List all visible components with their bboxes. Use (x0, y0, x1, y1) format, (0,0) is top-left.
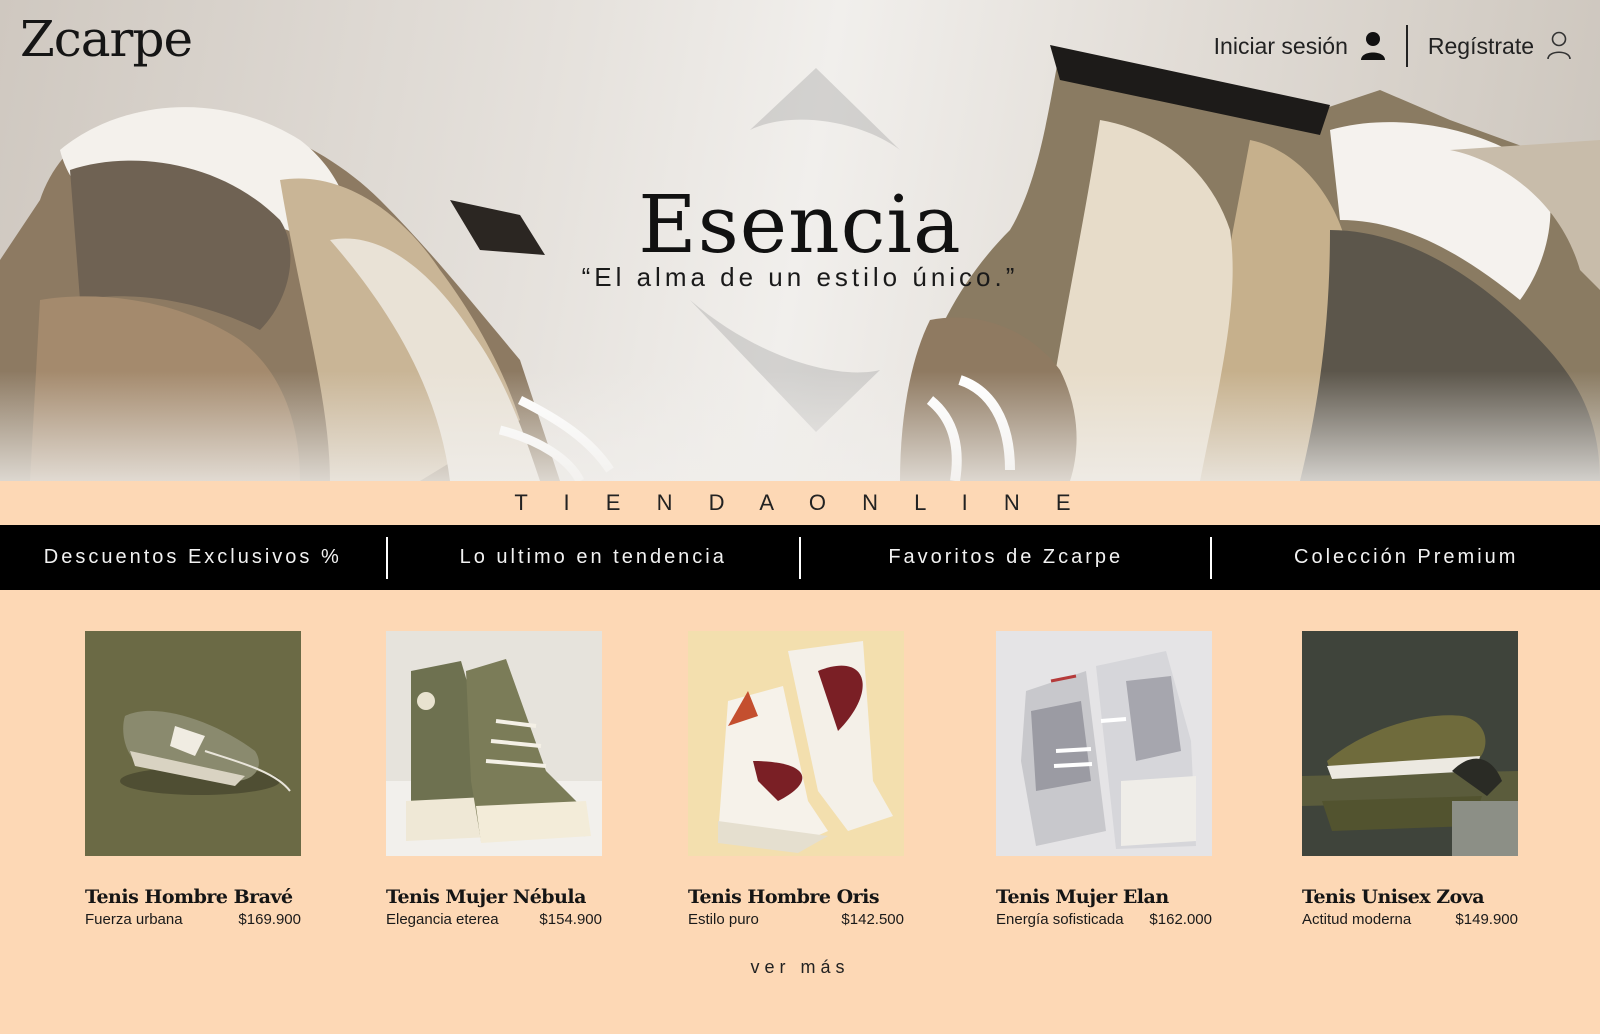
product-image[interactable] (386, 631, 602, 856)
hero-title: Esencia (638, 178, 962, 271)
product-price: $154.900 (539, 911, 602, 928)
product-name[interactable]: Tenis Hombre Oris (688, 886, 904, 908)
product-image[interactable] (1302, 631, 1518, 856)
register-label: Regístrate (1427, 32, 1534, 59)
login-label: Iniciar sesión (1213, 32, 1348, 59)
product-name[interactable]: Tenis Mujer Nébula (386, 886, 602, 908)
product-price: $149.900 (1455, 911, 1518, 928)
product-card: Tenis Mujer Elan Energía sofisticada $162… (996, 631, 1212, 928)
product-price: $142.500 (841, 911, 904, 928)
nav-item-descuentos[interactable]: Descuentos Exclusivos % (0, 546, 386, 569)
auth-separator (1405, 25, 1408, 67)
product-image[interactable] (996, 631, 1212, 856)
section-title: T I E N D A O N L I N E (514, 490, 1086, 515)
product-tagline: Elegancia eterea (386, 911, 499, 928)
nav-item-tendencia[interactable]: Lo ultimo en tendencia (388, 546, 799, 569)
login-link[interactable]: Iniciar sesión (1214, 31, 1386, 61)
nav-item-favoritos[interactable]: Favoritos de Zcarpe (801, 546, 1210, 569)
category-nav: Descuentos Exclusivos % Lo ultimo en ten… (0, 525, 1600, 590)
hero-banner: Zcarpe Iniciar sesión Regístrate Esencia… (0, 0, 1600, 481)
product-card: Tenis Hombre Oris Estilo puro $142.500 (688, 631, 904, 928)
product-card: Tenis Hombre Bravé Fuerza urbana $169.900 (85, 631, 301, 928)
nav-item-premium[interactable]: Colección Premium (1212, 546, 1600, 569)
product-image[interactable] (688, 631, 904, 856)
brand-logo[interactable]: Zcarpe (20, 10, 193, 68)
product-tagline: Estilo puro (688, 911, 759, 928)
product-tagline: Energía sofisticada (996, 911, 1124, 928)
product-tagline: Fuerza urbana (85, 911, 183, 928)
product-price: $169.900 (238, 911, 301, 928)
product-price: $162.000 (1149, 911, 1212, 928)
product-name[interactable]: Tenis Unisex Zova (1302, 886, 1518, 908)
register-link[interactable]: Regístrate (1428, 31, 1572, 61)
product-tagline: Actitud moderna (1302, 911, 1412, 928)
product-name[interactable]: Tenis Hombre Bravé (85, 886, 301, 908)
user-outline-icon (1546, 31, 1572, 61)
hero-subtitle: “El alma de un estilo único.” (581, 262, 1019, 292)
product-card: Tenis Unisex Zova Actitud moderna $149.90… (1302, 631, 1518, 928)
product-name[interactable]: Tenis Mujer Elan (996, 886, 1212, 908)
see-more-link[interactable]: ver más (0, 957, 1600, 978)
user-filled-icon (1360, 31, 1386, 61)
auth-links: Iniciar sesión Regístrate (1214, 24, 1572, 68)
product-card: Tenis Mujer Nébula Elegancia eterea $154.… (386, 631, 602, 928)
product-image[interactable] (85, 631, 301, 856)
